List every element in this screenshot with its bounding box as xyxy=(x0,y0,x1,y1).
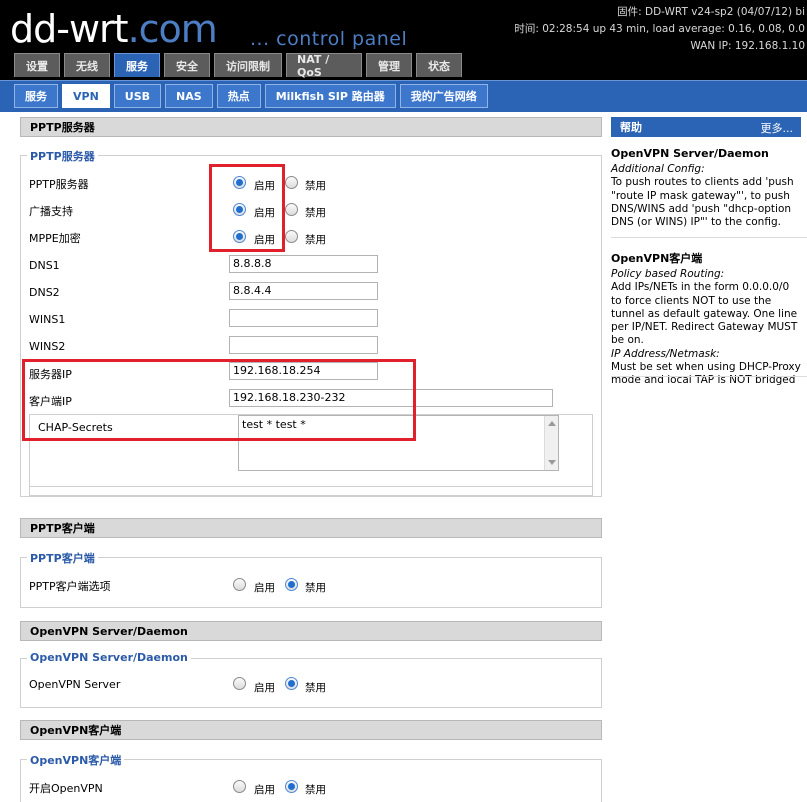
client-ip-input[interactable]: 192.168.18.230-232 xyxy=(229,389,553,407)
broadcast-enable-radio[interactable] xyxy=(233,203,246,216)
openvpn-client-legend: OpenVPN客户端 xyxy=(27,752,125,768)
openvpn-server-legend: OpenVPN Server/Daemon xyxy=(27,651,191,664)
openvpn-server-option-label: OpenVPN Server xyxy=(29,678,121,691)
help-server-subtitle: Additional Config: xyxy=(611,163,705,175)
help-client-subtitle-1: Policy based Routing: xyxy=(611,268,725,280)
wins2-label: WINS2 xyxy=(29,340,66,353)
openvpn-server-enable-label: 启用 xyxy=(254,682,275,694)
help-more-link[interactable]: 更多... xyxy=(761,120,794,136)
pptp-client-option-label: PPTP客户端选项 xyxy=(29,580,111,593)
pptp-client-disable-label: 禁用 xyxy=(305,582,326,594)
tab-status[interactable]: 状态 xyxy=(416,53,462,77)
tab-wireless[interactable]: 无线 xyxy=(64,53,110,77)
openvpn-client-disable-radio[interactable] xyxy=(285,780,298,793)
dns1-label: DNS1 xyxy=(29,259,60,272)
wins1-label: WINS1 xyxy=(29,313,66,326)
dns1-input[interactable]: 8.8.8.8 xyxy=(229,255,378,273)
mppe-enable-label: 启用 xyxy=(254,234,275,246)
server-ip-input[interactable]: 192.168.18.254 xyxy=(229,362,378,380)
tab-nat-qos[interactable]: NAT / QoS xyxy=(286,53,362,79)
wan-ip: WAN IP: 192.168.1.10 xyxy=(690,40,805,52)
pptp-server-legend: PPTP服务器 xyxy=(27,148,98,164)
tab-security[interactable]: 安全 xyxy=(164,53,210,77)
help-separator xyxy=(611,237,807,238)
server-ip-label: 服务器IP xyxy=(29,368,72,381)
help-title: 帮助 xyxy=(620,121,642,134)
scroll-down-arrow-icon[interactable] xyxy=(548,460,556,465)
wins1-input[interactable] xyxy=(229,309,378,327)
wins2-input[interactable] xyxy=(229,336,378,354)
main-tabs: 设置 无线 服务 安全 访问限制 NAT / QoS 管理 状态 xyxy=(14,53,462,79)
help-client-body-2: Must be set when using DHCP-Proxy mode a… xyxy=(611,361,801,387)
help-server-body: To push routes to clients add 'push "rou… xyxy=(611,176,794,229)
mppe-disable-radio[interactable] xyxy=(285,230,298,243)
subtab-vpn[interactable]: VPN xyxy=(62,84,110,108)
broadcast-support-label: 广播支持 xyxy=(29,205,73,218)
chap-secrets-value: test * test * xyxy=(242,418,306,431)
pptp-client-enable-radio[interactable] xyxy=(233,578,246,591)
chap-secrets-scrollbar[interactable] xyxy=(544,416,558,470)
openvpn-server-disable-label: 禁用 xyxy=(305,682,326,694)
tab-services[interactable]: 服务 xyxy=(114,53,160,77)
chap-secrets-label: CHAP-Secrets xyxy=(38,421,113,434)
subtab-hotspot[interactable]: 热点 xyxy=(216,84,261,108)
pptp-server-label: PPTP服务器 xyxy=(29,178,89,191)
help-separator-2 xyxy=(611,376,807,377)
pptp-client-enable-label: 启用 xyxy=(254,582,275,594)
openvpn-server-section-title: OpenVPN Server/Daemon xyxy=(20,621,602,641)
openvpn-client-disable-label: 禁用 xyxy=(305,784,326,796)
header: dd-wrt.com ... control panel 固件: DD-WRT … xyxy=(0,0,807,80)
help-openvpn-server-text: Additional Config: To push routes to cli… xyxy=(611,163,803,229)
pptp-server-section-title: PPTP服务器 xyxy=(20,117,602,137)
help-client-subtitle-2: IP Address/Netmask: xyxy=(611,347,720,360)
tab-administration[interactable]: 管理 xyxy=(366,53,412,77)
sub-tabs: 服务 VPN USB NAS 热点 Milkfish SIP 路由器 我的广告网… xyxy=(14,84,488,108)
openvpn-client-enable-radio[interactable] xyxy=(233,780,246,793)
tab-setup[interactable]: 设置 xyxy=(14,53,60,77)
help-panel-header: 帮助 更多... xyxy=(611,117,801,137)
help-openvpn-client-title: OpenVPN客户端 xyxy=(611,252,703,265)
pptp-server-disable-label: 禁用 xyxy=(305,180,326,192)
broadcast-disable-radio[interactable] xyxy=(285,203,298,216)
openvpn-client-enable-label: 启用 xyxy=(254,784,275,796)
subtab-usb[interactable]: USB xyxy=(113,84,162,108)
openvpn-client-section-title: OpenVPN客户端 xyxy=(20,720,602,740)
broadcast-disable-label: 禁用 xyxy=(305,207,326,219)
client-ip-label: 客户端IP xyxy=(29,395,72,408)
dns2-label: DNS2 xyxy=(29,286,60,299)
help-client-body-1: Add IPs/NETs in the form 0.0.0.0/0 to fo… xyxy=(611,281,798,347)
chap-secrets-footer xyxy=(29,486,593,496)
mppe-disable-label: 禁用 xyxy=(305,234,326,246)
firmware-version: 固件: DD-WRT v24-sp2 (04/07/12) bi xyxy=(617,6,805,18)
pptp-server-disable-radio[interactable] xyxy=(285,176,298,189)
help-openvpn-client-text: Policy based Routing: Add IPs/NETs in th… xyxy=(611,268,803,388)
control-panel-slogan: ... control panel xyxy=(250,28,408,50)
openvpn-server-disable-radio[interactable] xyxy=(285,677,298,690)
dns2-input[interactable]: 8.8.4.4 xyxy=(229,282,378,300)
scroll-up-arrow-icon[interactable] xyxy=(548,421,556,426)
openvpn-server-enable-radio[interactable] xyxy=(233,677,246,690)
sub-tab-bar: 服务 VPN USB NAS 热点 Milkfish SIP 路由器 我的广告网… xyxy=(0,80,807,112)
pptp-server-enable-radio[interactable] xyxy=(233,176,246,189)
broadcast-enable-label: 启用 xyxy=(254,207,275,219)
ddwrt-logo: dd-wrt.com xyxy=(10,7,218,51)
uptime-load: 时间: 02:28:54 up 43 min, load average: 0.… xyxy=(514,23,805,35)
openvpn-client-option-label: 开启OpenVPN xyxy=(29,782,103,795)
mppe-enable-radio[interactable] xyxy=(233,230,246,243)
pptp-client-disable-radio[interactable] xyxy=(285,578,298,591)
chap-secrets-textarea[interactable]: test * test * xyxy=(238,415,559,471)
help-openvpn-server-title: OpenVPN Server/Daemon xyxy=(611,147,769,160)
pptp-client-legend: PPTP客户端 xyxy=(27,550,98,566)
tab-access-restrictions[interactable]: 访问限制 xyxy=(214,53,282,77)
pptp-client-section-title: PPTP客户端 xyxy=(20,518,602,538)
subtab-milkfish-sip[interactable]: Milkfish SIP 路由器 xyxy=(264,84,396,108)
subtab-services[interactable]: 服务 xyxy=(14,84,58,108)
router-info: 固件: DD-WRT v24-sp2 (04/07/12) bi 时间: 02:… xyxy=(514,4,805,55)
pptp-server-enable-label: 启用 xyxy=(254,180,275,192)
subtab-my-ad-network[interactable]: 我的广告网络 xyxy=(399,84,488,108)
subtab-nas[interactable]: NAS xyxy=(165,84,213,108)
mppe-encryption-label: MPPE加密 xyxy=(29,232,81,245)
